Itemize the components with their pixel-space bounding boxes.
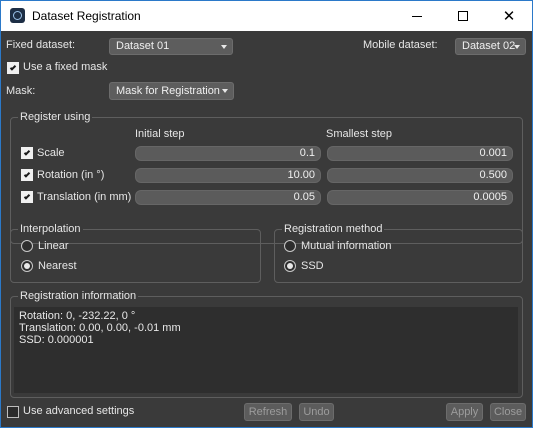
method-ssd-radio[interactable] xyxy=(284,260,296,272)
registration-method-group: Registration method xyxy=(274,223,523,283)
minimize-button[interactable] xyxy=(394,1,440,31)
rotation-label: Rotation (in °) xyxy=(37,169,105,181)
apply-button[interactable]: Apply xyxy=(446,403,483,421)
scale-checkbox[interactable] xyxy=(21,147,33,159)
title-bar: Dataset Registration ✕ xyxy=(1,1,532,31)
chevron-down-icon xyxy=(221,45,227,49)
fixed-dataset-value: Dataset 01 xyxy=(116,40,170,52)
smallest-step-header: Smallest step xyxy=(326,128,393,140)
method-mutual-information-label: Mutual information xyxy=(301,240,392,252)
fixed-dataset-combo[interactable]: Dataset 01 xyxy=(109,38,233,55)
registration-method-title: Registration method xyxy=(282,223,385,235)
app-icon xyxy=(10,8,25,23)
chevron-down-icon xyxy=(222,89,228,93)
mask-combo[interactable]: Mask for Registration xyxy=(109,82,234,100)
refresh-button[interactable]: Refresh xyxy=(244,403,292,421)
translation-smallest-step-field[interactable]: 0.0005 xyxy=(327,190,513,205)
info-line: Translation: 0.00, 0.00, -0.01 mm xyxy=(19,322,181,334)
method-ssd-label: SSD xyxy=(301,260,324,272)
register-using-title: Register using xyxy=(18,111,93,123)
interpolation-group: Interpolation xyxy=(10,223,261,283)
checkmark-icon xyxy=(23,148,31,156)
registration-information-title: Registration information xyxy=(18,290,139,302)
use-advanced-settings-label: Use advanced settings xyxy=(23,405,135,417)
scale-smallest-step-field[interactable]: 0.001 xyxy=(327,146,513,161)
close-button[interactable]: Close xyxy=(490,403,526,421)
undo-button[interactable]: Undo xyxy=(299,403,334,421)
info-line: SSD: 0.000001 xyxy=(19,334,94,346)
use-fixed-mask-label: Use a fixed mask xyxy=(23,61,108,73)
checkmark-icon xyxy=(23,170,31,178)
rotation-checkbox[interactable] xyxy=(21,169,33,181)
use-advanced-settings-checkbox[interactable] xyxy=(7,406,19,418)
close-window-button[interactable]: ✕ xyxy=(486,1,532,31)
registration-information-text: Rotation: 0, -232.22, 0 ° Translation: 0… xyxy=(14,307,518,393)
scale-initial-step-field[interactable]: 0.1 xyxy=(135,146,321,161)
interpolation-nearest-label: Nearest xyxy=(38,260,77,272)
chevron-down-icon xyxy=(514,45,520,49)
use-fixed-mask-checkbox[interactable] xyxy=(7,62,19,74)
close-icon: ✕ xyxy=(502,6,516,25)
fixed-dataset-label: Fixed dataset: xyxy=(6,39,76,51)
checkmark-icon xyxy=(23,192,31,200)
translation-initial-step-field[interactable]: 0.05 xyxy=(135,190,321,205)
maximize-button[interactable] xyxy=(440,1,486,31)
method-mutual-information-radio[interactable] xyxy=(284,240,296,252)
mask-label: Mask: xyxy=(6,85,36,97)
dialog-content: Fixed dataset: Dataset 01 Mobile dataset… xyxy=(1,31,532,427)
scale-label: Scale xyxy=(37,147,65,159)
interpolation-linear-label: Linear xyxy=(38,240,69,252)
checkmark-icon xyxy=(9,63,17,71)
minimize-icon xyxy=(412,15,422,17)
mobile-dataset-label: Mobile dataset: xyxy=(363,39,438,51)
rotation-initial-step-field[interactable]: 10.00 xyxy=(135,168,321,183)
maximize-icon xyxy=(458,11,468,21)
interpolation-title: Interpolation xyxy=(18,223,83,235)
mobile-dataset-combo[interactable]: Dataset 02 xyxy=(455,38,526,55)
window-title: Dataset Registration xyxy=(32,9,141,23)
translation-label: Translation (in mm) xyxy=(37,191,132,203)
info-line: Rotation: 0, -232.22, 0 ° xyxy=(19,310,136,322)
dataset-registration-window: Dataset Registration ✕ Fixed dataset: Da… xyxy=(0,0,533,428)
rotation-smallest-step-field[interactable]: 0.500 xyxy=(327,168,513,183)
mask-value: Mask for Registration xyxy=(116,85,220,97)
interpolation-nearest-radio[interactable] xyxy=(21,260,33,272)
initial-step-header: Initial step xyxy=(135,128,185,140)
interpolation-linear-radio[interactable] xyxy=(21,240,33,252)
translation-checkbox[interactable] xyxy=(21,191,33,203)
mobile-dataset-value: Dataset 02 xyxy=(462,40,516,52)
